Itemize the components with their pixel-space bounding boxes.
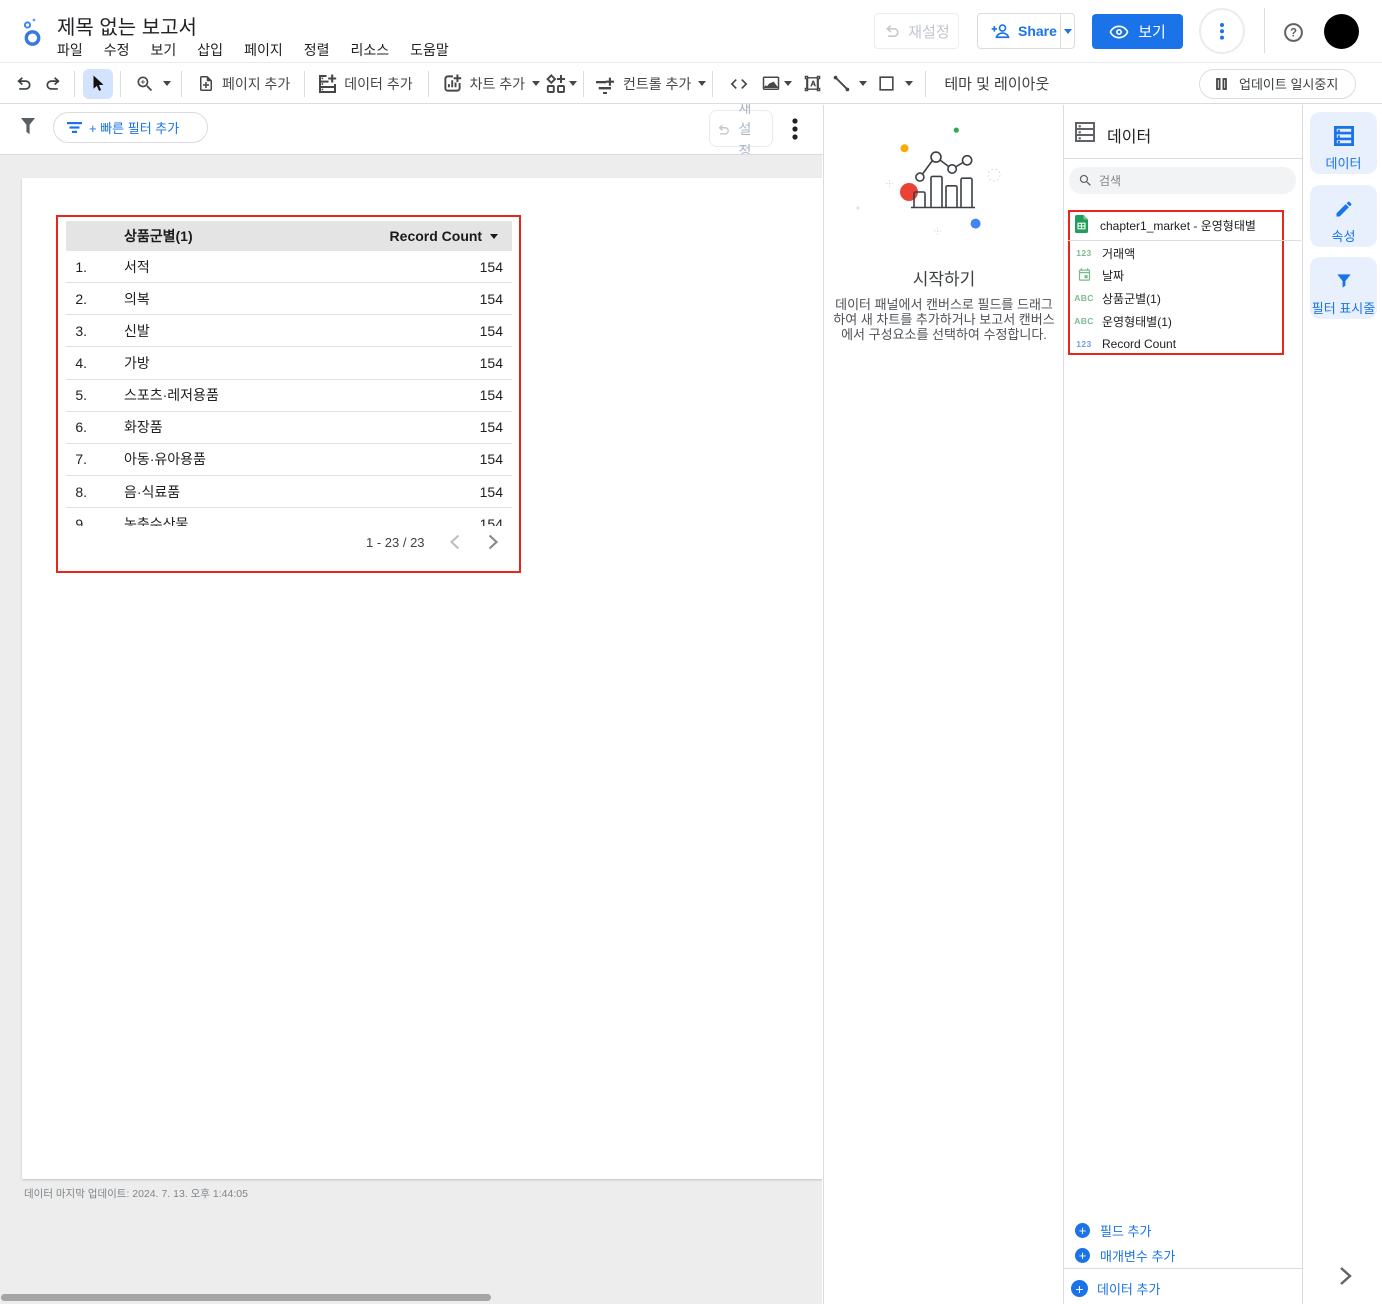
svg-text:?: ? [1290,27,1297,39]
